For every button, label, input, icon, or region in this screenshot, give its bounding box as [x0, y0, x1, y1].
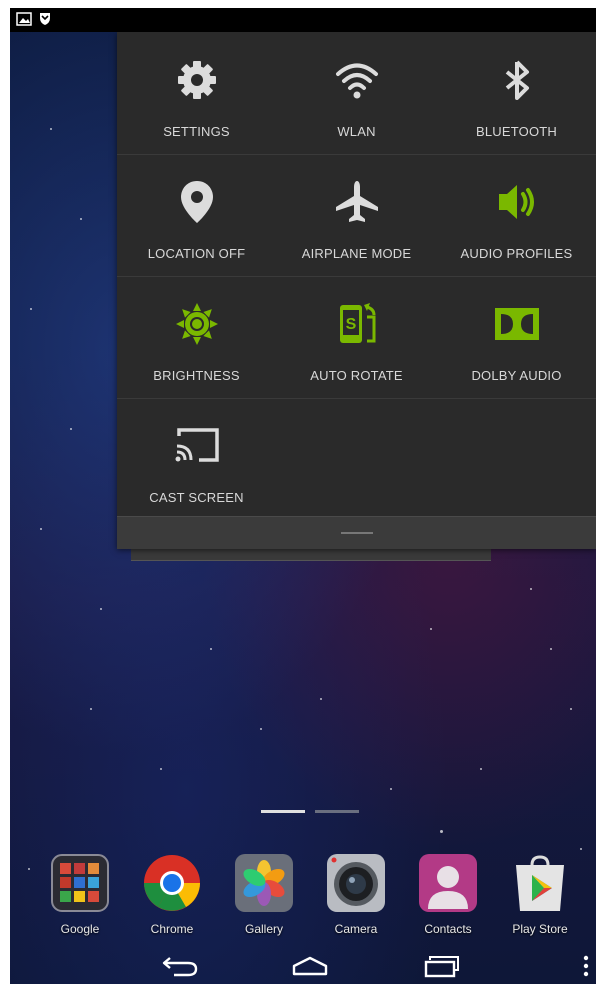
quick-settings-row: CAST SCREEN [117, 398, 596, 520]
tile-cast-screen[interactable]: CAST SCREEN [117, 398, 276, 520]
notification-shield-icon [40, 13, 50, 25]
dock-app-contacts[interactable]: Contacts [408, 853, 488, 943]
tile-brightness[interactable]: BRIGHTNESS [117, 276, 276, 398]
dock-app-chrome[interactable]: Chrome [132, 853, 212, 943]
play-store-icon [510, 853, 570, 913]
tile-location[interactable]: LOCATION OFF [117, 154, 276, 276]
back-icon[interactable] [160, 954, 200, 978]
page-indicator-inactive [315, 810, 359, 813]
tile-audio-profiles[interactable]: AUDIO PROFILES [437, 154, 596, 276]
location-pin-icon [173, 178, 221, 226]
dolby-icon [493, 300, 541, 348]
app-label: Contacts [424, 922, 472, 936]
tile-label: BRIGHTNESS [153, 368, 240, 383]
tile-settings[interactable]: SETTINGS [117, 32, 276, 154]
tile-label: AUTO ROTATE [310, 368, 403, 383]
tile-label: AIRPLANE MODE [301, 246, 412, 261]
contacts-icon [418, 853, 478, 913]
quick-settings-row: LOCATION OFF AIRPLANE MODE AUDIO PROFILE… [117, 154, 596, 277]
tile-label: DOLBY AUDIO [471, 368, 562, 383]
device-screen: SETTINGS WLAN BLUETOOTH LOCATION OFF AIR… [10, 8, 596, 984]
drag-handle-icon [341, 532, 373, 534]
dock-app-gallery[interactable]: Gallery [224, 853, 304, 943]
tile-label: CAST SCREEN [149, 490, 244, 505]
tile-bluetooth[interactable]: BLUETOOTH [437, 32, 596, 154]
app-label: Gallery [244, 922, 283, 936]
tile-label: SETTINGS [163, 124, 230, 139]
tile-label: LOCATION OFF [147, 246, 246, 261]
app-label: Google [60, 922, 100, 936]
app-label: Chrome [150, 922, 194, 936]
google-folder-icon [50, 853, 110, 913]
status-bar [10, 8, 596, 32]
overflow-menu-icon[interactable] [582, 954, 590, 978]
screenshot-icon [16, 12, 32, 26]
wifi-icon [333, 56, 381, 104]
dock-app-play-store[interactable]: Play Store [500, 853, 580, 943]
camera-icon [326, 853, 386, 913]
rotate-phone-icon: S [333, 300, 381, 348]
tile-dolby-audio[interactable]: DOLBY AUDIO [437, 276, 596, 398]
speaker-icon [493, 178, 541, 226]
tile-label: WLAN [337, 124, 376, 139]
navigation-bar [10, 948, 596, 984]
app-label: Play Store [512, 922, 568, 936]
quick-settings-drag-handle[interactable] [117, 516, 596, 549]
svg-text:S: S [345, 316, 356, 333]
chrome-icon [142, 853, 202, 913]
tile-auto-rotate[interactable]: S AUTO ROTATE [277, 276, 436, 398]
quick-settings-panel: SETTINGS WLAN BLUETOOTH LOCATION OFF AIR… [117, 32, 596, 549]
quick-settings-row: BRIGHTNESS S AUTO ROTATE DOLBY AUDIO [117, 276, 596, 399]
bluetooth-icon [493, 56, 541, 104]
tile-label: BLUETOOTH [475, 124, 558, 139]
tile-label: AUDIO PROFILES [460, 246, 573, 261]
dock-app-google[interactable]: Google [40, 853, 120, 943]
recent-apps-icon[interactable] [422, 954, 462, 978]
gallery-icon [234, 853, 294, 913]
page-indicator-active [261, 810, 305, 813]
tile-airplane-mode[interactable]: AIRPLANE MODE [277, 154, 436, 276]
sun-icon [173, 300, 221, 348]
tile-wlan[interactable]: WLAN [277, 32, 436, 154]
app-label: Camera [334, 922, 378, 936]
gear-icon [173, 56, 221, 104]
dock-app-camera[interactable]: Camera [316, 853, 396, 943]
notification-card-edge [131, 548, 491, 561]
quick-settings-row: SETTINGS WLAN BLUETOOTH [117, 32, 596, 155]
cast-icon [173, 422, 221, 470]
home-icon[interactable] [290, 954, 330, 978]
airplane-icon [333, 178, 381, 226]
